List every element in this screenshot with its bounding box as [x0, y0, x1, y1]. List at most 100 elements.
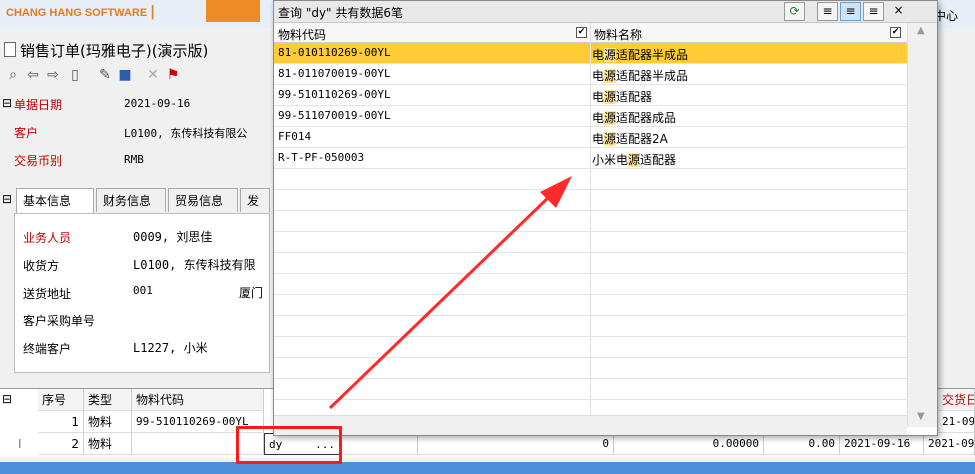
row-name-pre: 电 — [592, 48, 605, 62]
new-document-icon[interactable]: ▯ — [66, 66, 84, 84]
status-bar — [0, 462, 975, 474]
forward-arrow-icon[interactable]: ⇨ — [44, 66, 62, 84]
basic-info-panel: 业务人员 0009, 刘思佳 收货方 L0100, 东传科技有限 送货地址 00… — [14, 213, 270, 373]
grid-header-type: 类型 — [84, 389, 132, 411]
grid-row1-date[interactable]: 21-09- — [938, 411, 975, 433]
row-name-match: 源 — [628, 153, 641, 167]
refresh-icon[interactable]: ⟳ — [784, 2, 805, 21]
row-code: FF014 — [278, 130, 312, 143]
grid-row2-price[interactable]: 0.00000 — [614, 433, 764, 455]
grid-row2-amount[interactable]: 0.00 — [764, 433, 840, 455]
row-name: 电源适配器半成品 — [592, 46, 688, 63]
row-code: 99-510110269-00YL — [278, 88, 391, 101]
delivery-address-city: 厦门 — [239, 286, 264, 300]
brand-separator: | — [150, 4, 156, 20]
save-icon[interactable]: ■ — [116, 66, 134, 84]
tab-finance-info[interactable]: 财务信息 — [96, 188, 166, 212]
grid-row2-blank1[interactable] — [340, 433, 418, 455]
customer-po-label: 客户采购单号 — [23, 314, 96, 328]
grid-row2-date1[interactable]: 2021-09-16 — [840, 433, 924, 455]
grid-row1-type[interactable]: 物料 — [84, 411, 132, 433]
row-name-pre: 小米电 — [592, 153, 629, 167]
row-name-match: 源 — [604, 48, 617, 62]
brand-name: CHANG HANG SOFTWARE — [6, 7, 148, 19]
delivery-address-value[interactable]: 001 — [133, 284, 153, 297]
row-cursor-icon: I — [18, 437, 22, 451]
consignee-value[interactable]: L0100, 东传科技有限 — [133, 256, 256, 273]
grid-row2-seq: 2 — [38, 433, 84, 455]
customer-label: 客户 — [14, 126, 39, 140]
scroll-down-icon[interactable]: ▼ — [917, 411, 925, 422]
end-customer-label: 终端客户 — [23, 342, 72, 356]
salesperson-value[interactable]: 0009, 刘思佳 — [133, 228, 212, 245]
col-header-name[interactable]: 物料名称 — [594, 26, 642, 43]
popup-title: 查询 "dy" 共有数据6笔 — [278, 6, 404, 20]
brand-logo — [206, 0, 260, 22]
tabs-collapse-icon[interactable]: ⊟ — [2, 192, 12, 206]
row-name-post: 适配器成品 — [616, 111, 677, 125]
row-name-pre: 电 — [592, 69, 605, 83]
col-header-code[interactable]: 物料代码 — [278, 26, 326, 43]
align-center-icon[interactable]: ≡ — [840, 2, 861, 21]
row-name-pre: 电 — [592, 132, 605, 146]
vertical-scrollbar[interactable]: ▲ ▼ — [907, 23, 937, 427]
grid-row2-date2[interactable]: 2021-09- — [924, 433, 975, 455]
row-name-pre: 电 — [592, 111, 605, 125]
header-row-customer: 客户 L0100, 东传科技有限公 — [0, 120, 270, 144]
row-name-match: 源 — [604, 69, 617, 83]
row-name-post: 适配器半成品 — [616, 48, 689, 62]
row-code: 81-011070019-00YL — [278, 67, 391, 80]
row-name: 电源适配器 — [592, 88, 652, 105]
grid-header-code: 物料代码 — [132, 389, 264, 411]
row-name-match: 源 — [604, 90, 617, 104]
row-code: 99-511070019-00YL — [278, 109, 391, 122]
row-name-post: 适配器 — [640, 153, 677, 167]
scroll-up-icon[interactable]: ▲ — [917, 25, 925, 36]
edit-icon[interactable]: ✎ — [96, 66, 114, 84]
grid-header-seq: 序号 — [38, 389, 84, 411]
row-name-post: 适配器2A — [616, 132, 668, 146]
date-value[interactable]: 2021-09-16 — [124, 97, 190, 110]
align-left-icon[interactable]: ≡ — [817, 2, 838, 21]
customer-value[interactable]: L0100, 东传科技有限公 — [124, 125, 247, 141]
tab-shipping[interactable]: 发 — [240, 188, 270, 212]
row-name: 小米电源适配器 — [592, 151, 676, 168]
salesperson-label: 业务人员 — [23, 231, 72, 245]
align-right-icon[interactable]: ≡ — [863, 2, 884, 21]
horizontal-scrollbar[interactable] — [274, 415, 907, 435]
collapse-toggle-icon[interactable]: ⊟ — [2, 96, 12, 110]
row-name-match: 源 — [604, 111, 617, 125]
code-column-checkbox[interactable]: ✔ — [576, 27, 587, 38]
close-icon[interactable]: × — [888, 2, 909, 21]
row-name-pre: 电 — [592, 90, 605, 104]
search-icon[interactable]: ⌕ — [4, 66, 22, 84]
grid-header-delivery-date: 交货日期 — [938, 389, 975, 411]
currency-value[interactable]: RMB — [124, 153, 144, 166]
flag-icon[interactable]: ⚑ — [164, 66, 182, 84]
column-divider — [590, 23, 591, 415]
grid-row2-type[interactable]: 物料 — [84, 433, 132, 455]
delivery-address-label: 送货地址 — [23, 287, 72, 301]
row-code: R-T-PF-050003 — [278, 151, 365, 164]
tab-strip: 基本信息 财务信息 贸易信息 发 — [16, 188, 286, 214]
row-name: 电源适配器成品 — [592, 109, 676, 126]
name-column-checkbox[interactable]: ✔ — [890, 27, 901, 38]
highlight-box — [236, 426, 342, 464]
grid-row2-qty[interactable]: 0 — [418, 433, 614, 455]
row-name: 电源适配器2A — [592, 130, 668, 147]
document-title: 销售订单(玛雅电子)(演示版) — [20, 42, 209, 60]
currency-label: 交易币别 — [14, 154, 63, 168]
row-name: 电源适配器半成品 — [592, 67, 688, 84]
row-name-post: 适配器半成品 — [616, 69, 689, 83]
grid-row1-seq: 1 — [38, 411, 84, 433]
consignee-label: 收货方 — [23, 259, 60, 273]
end-customer-value[interactable]: L1227, 小米 — [133, 339, 208, 356]
back-arrow-icon[interactable]: ⇦ — [24, 66, 42, 84]
document-icon — [4, 42, 16, 57]
header-row-currency: 交易币别 RMB — [0, 148, 270, 172]
tab-trade-info[interactable]: 贸易信息 — [168, 188, 238, 212]
popup-title-bar: 查询 "dy" 共有数据6笔 ⟳ ≡ ≡ ≡ × — [274, 1, 937, 23]
tab-basic-info[interactable]: 基本信息 — [16, 188, 94, 214]
delete-icon[interactable]: ✕ — [144, 66, 162, 84]
grid-collapse-icon[interactable]: ⊟ — [2, 392, 12, 406]
